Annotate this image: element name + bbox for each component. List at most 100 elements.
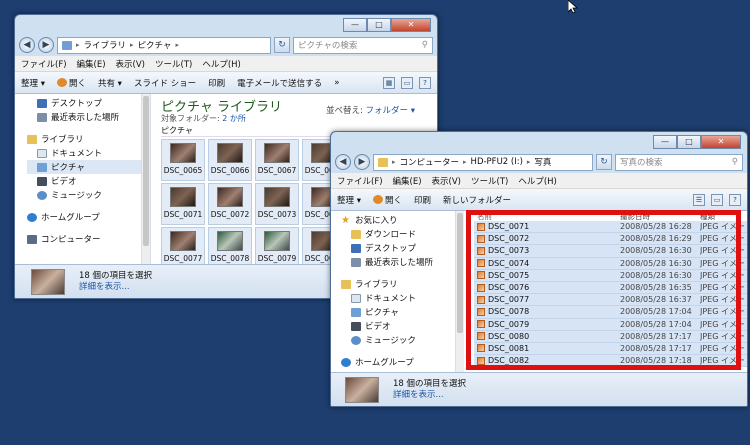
nav-item-computer[interactable]: コンピューター [27, 232, 150, 246]
navigation-pane: デスクトップ 最近表示した場所 ライブラリ ドキュメント ピクチャ ビデオ ミュ… [15, 94, 151, 264]
new-folder-button[interactable]: 新しいフォルダー [443, 194, 511, 206]
maximize-button[interactable]: □ [677, 135, 701, 149]
thumbnail-item[interactable]: DSC_0066 [208, 139, 252, 181]
thumbnail-item[interactable]: DSC_0077 [161, 227, 205, 269]
nav-item-documents[interactable]: ドキュメント [27, 146, 150, 160]
preview-pane-icon[interactable]: ▭ [711, 193, 723, 206]
forward-button[interactable]: ▶ [38, 37, 54, 53]
menu-file[interactable]: ファイル(F) [21, 58, 67, 70]
address-bar[interactable]: ▸ ライブラリ ▸ ピクチャ ▸ [57, 36, 271, 54]
nav-item-pictures[interactable]: ピクチャ [341, 305, 463, 319]
videos-icon [351, 321, 361, 331]
nav-label: ミュージック [51, 191, 102, 201]
library-folder-icon [62, 40, 72, 50]
email-button[interactable]: 電子メールで送信する [237, 77, 322, 89]
preview-pane-icon[interactable]: ▭ [401, 76, 413, 89]
refresh-button[interactable]: ↻ [596, 154, 612, 170]
search-input[interactable]: ピクチャの検索 ⚲ [293, 36, 433, 54]
star-icon: ★ [341, 214, 350, 226]
nav-item-recent[interactable]: 最近表示した場所 [27, 110, 150, 124]
breadcrumb-photos[interactable]: 写真 [534, 156, 551, 168]
title-bar[interactable]: — □ ✕ [15, 15, 437, 34]
thumbnail-item[interactable]: DSC_0078 [208, 227, 252, 269]
open-label: 開く [68, 78, 86, 89]
open-button[interactable]: 開く [56, 77, 86, 89]
organize-button[interactable]: 整理 ▾ [21, 77, 45, 89]
thumbnail-item[interactable]: DSC_0065 [161, 139, 205, 181]
open-button[interactable]: 開く [372, 194, 402, 206]
nav-scrollbar[interactable] [141, 94, 150, 264]
thumbnail-item[interactable]: DSC_0067 [255, 139, 299, 181]
back-button[interactable]: ◀ [335, 154, 351, 170]
open-icon [56, 78, 67, 87]
breadcrumb-computer[interactable]: コンピューター [400, 156, 460, 168]
desktop-icon [37, 98, 47, 108]
thumbnail-item[interactable]: DSC_0073 [255, 183, 299, 225]
refresh-button[interactable]: ↻ [274, 37, 290, 53]
nav-scrollbar-thumb[interactable] [143, 96, 149, 246]
menu-view[interactable]: 表示(V) [116, 58, 145, 70]
minimize-button[interactable]: — [653, 135, 677, 149]
nav-item-homegroup[interactable]: ホームグループ [27, 210, 150, 224]
view-options-icon[interactable]: ☰ [693, 193, 705, 206]
thumbnail-label: DSC_0066 [210, 166, 250, 175]
show-details-link[interactable]: 詳細を表示... [393, 390, 444, 401]
forward-button[interactable]: ▶ [354, 154, 370, 170]
thumbnail-item[interactable]: DSC_0072 [208, 183, 252, 225]
menu-help[interactable]: ヘルプ(H) [518, 175, 557, 187]
breadcrumb-libraries[interactable]: ライブラリ [84, 39, 127, 51]
nav-label: ミュージック [365, 336, 416, 346]
help-icon[interactable]: ? [729, 193, 741, 206]
nav-item-documents[interactable]: ドキュメント [341, 291, 463, 305]
menu-help[interactable]: ヘルプ(H) [202, 58, 241, 70]
arrange-label: 並べ替え: [325, 106, 363, 116]
title-bar[interactable]: — □ ✕ [331, 132, 747, 151]
minimize-button[interactable]: — [343, 18, 367, 32]
breadcrumb-drive[interactable]: HD-PFU2 (I:) [471, 157, 523, 167]
menu-tools[interactable]: ツール(T) [471, 175, 508, 187]
nav-item-libraries[interactable]: ライブラリ [341, 277, 463, 291]
nav-item-videos[interactable]: ビデオ [27, 174, 150, 188]
view-options-icon[interactable]: ▦ [383, 76, 395, 89]
print-button[interactable]: 印刷 [414, 194, 431, 206]
more-commands-button[interactable]: » [334, 78, 339, 88]
address-bar[interactable]: ▸ コンピューター ▸ HD-PFU2 (I:) ▸ 写真 [373, 153, 593, 171]
nav-item-desktop[interactable]: デスクトップ [341, 241, 463, 255]
breadcrumb-pictures[interactable]: ピクチャ [138, 39, 172, 51]
back-button[interactable]: ◀ [19, 37, 35, 53]
menu-edit[interactable]: 編集(E) [393, 175, 422, 187]
nav-item-recent[interactable]: 最近表示した場所 [341, 255, 463, 269]
nav-item-favorites[interactable]: ★ お気に入り [341, 213, 463, 227]
thumbnail-item[interactable]: DSC_0079 [255, 227, 299, 269]
music-icon [351, 335, 361, 345]
print-button[interactable]: 印刷 [208, 77, 225, 89]
share-button[interactable]: 共有 ▾ [98, 77, 122, 89]
nav-item-libraries[interactable]: ライブラリ [27, 132, 150, 146]
maximize-button[interactable]: □ [367, 18, 391, 32]
slideshow-button[interactable]: スライド ショー [134, 77, 196, 89]
search-input[interactable]: 写真の検索 ⚲ [615, 153, 743, 171]
close-button[interactable]: ✕ [701, 135, 741, 149]
nav-item-videos[interactable]: ビデオ [341, 319, 463, 333]
menu-tools[interactable]: ツール(T) [155, 58, 192, 70]
nav-item-pictures[interactable]: ピクチャ [27, 160, 150, 174]
show-details-link[interactable]: 詳細を表示... [79, 282, 130, 293]
nav-item-downloads[interactable]: ダウンロード [341, 227, 463, 241]
arrange-dropdown[interactable]: フォルダー ▾ [366, 106, 415, 116]
nav-item-music[interactable]: ミュージック [341, 333, 463, 347]
nav-scrollbar[interactable] [455, 211, 464, 372]
nav-item-desktop[interactable]: デスクトップ [27, 96, 150, 110]
search-placeholder: ピクチャの検索 [298, 41, 358, 51]
organize-button[interactable]: 整理 ▾ [337, 194, 361, 206]
nav-scrollbar-thumb[interactable] [457, 213, 463, 333]
menu-view[interactable]: 表示(V) [432, 175, 461, 187]
close-button[interactable]: ✕ [391, 18, 431, 32]
menu-file[interactable]: ファイル(F) [337, 175, 383, 187]
thumbnail-item[interactable]: DSC_0071 [161, 183, 205, 225]
thumbnail-label: DSC_0078 [210, 254, 250, 263]
nav-item-music[interactable]: ミュージック [27, 188, 150, 202]
help-icon[interactable]: ? [419, 76, 431, 89]
menu-edit[interactable]: 編集(E) [77, 58, 106, 70]
target-locations-link[interactable]: 2 か所 [222, 114, 246, 123]
nav-item-homegroup[interactable]: ホームグループ [341, 355, 463, 369]
